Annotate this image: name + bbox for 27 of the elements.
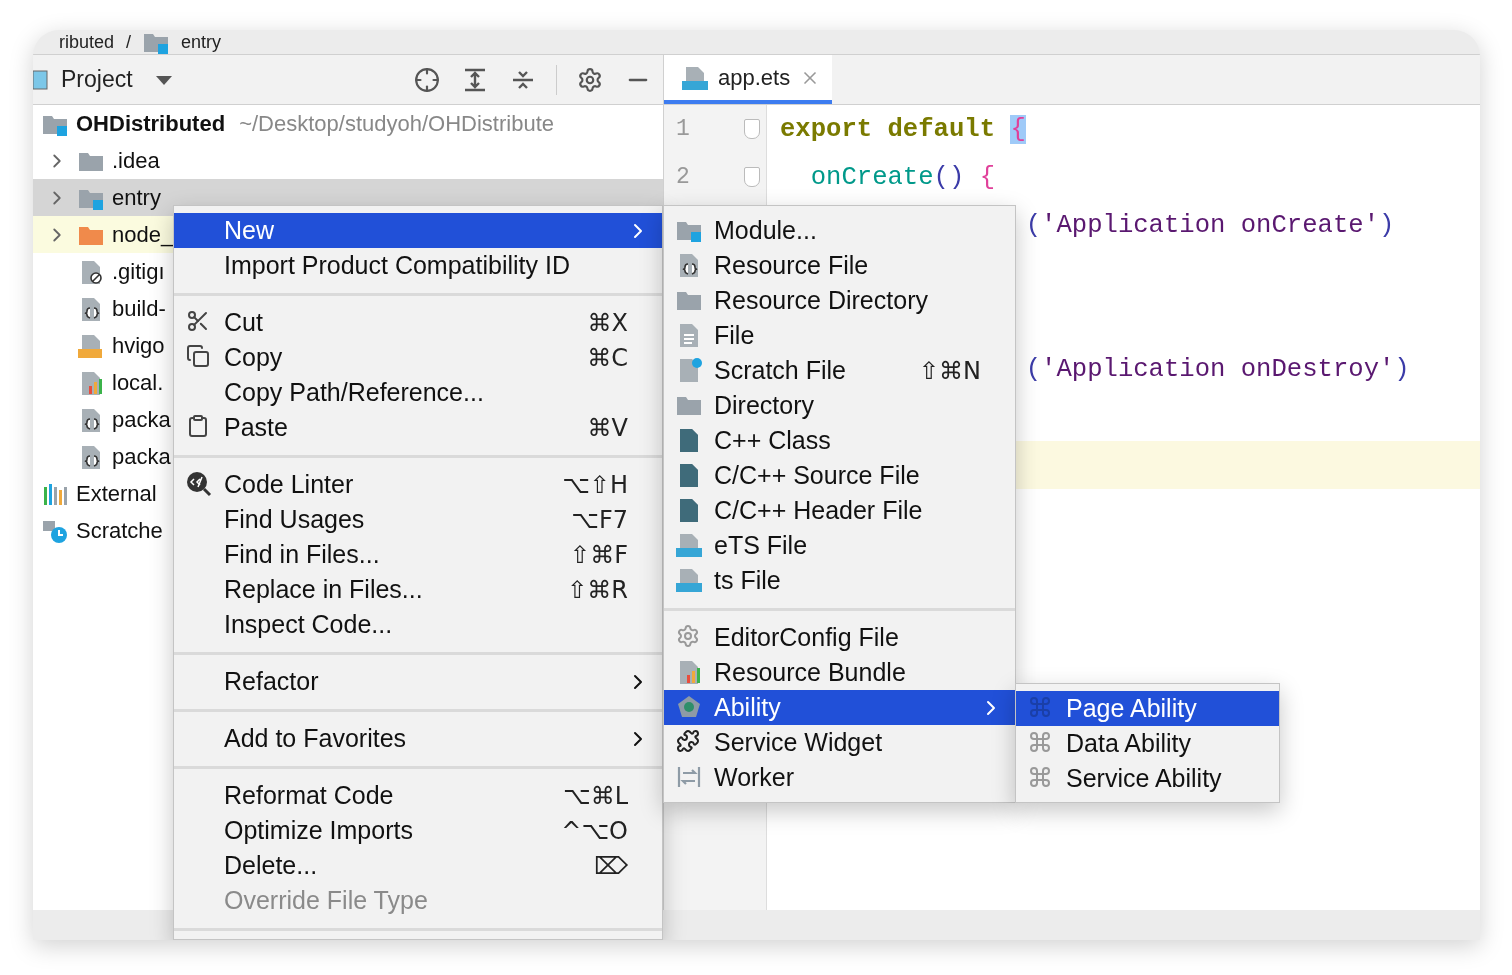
code-token: { [979,162,995,192]
code-token: () [933,162,965,192]
code-token: ( [1025,210,1042,240]
code-token: ) [1379,210,1395,240]
code-token: 'Application onCreate' [1041,210,1379,240]
shortcut-label: ⇧⌘F [570,540,628,569]
shortcut-label: ⌘V [587,413,628,442]
shortcut-label: ⇧⌘N [918,356,981,385]
shortcut-label: ⌥⌘L [562,781,628,810]
code-token: onCreate [810,162,934,192]
code-token: export default [780,114,996,144]
shortcut-label: ⇧⌘R [567,575,628,604]
code-token: 'Application onDestroy' [1041,354,1395,384]
shortcut-label: ^⌥O [561,816,628,845]
code-token: { [1010,114,1026,144]
path-label: ~/Desktop/studyoh/OHDistribute [239,110,554,137]
line-number: 1 [676,116,690,142]
code-token: ( [1025,354,1042,384]
breadcrumb-separator: / [126,31,132,53]
shortcut-label: ⌦ [594,851,628,880]
project-name: OHDistributed [76,110,226,137]
shortcut-label: ⌥⇧H [562,470,628,499]
shortcut-label: ⌘X [587,308,628,337]
code-token: ) [1394,354,1410,384]
line-number: 2 [676,164,690,190]
shortcut-label: ⌘C [587,343,628,372]
shortcut-label: ⌥F7 [571,505,628,534]
